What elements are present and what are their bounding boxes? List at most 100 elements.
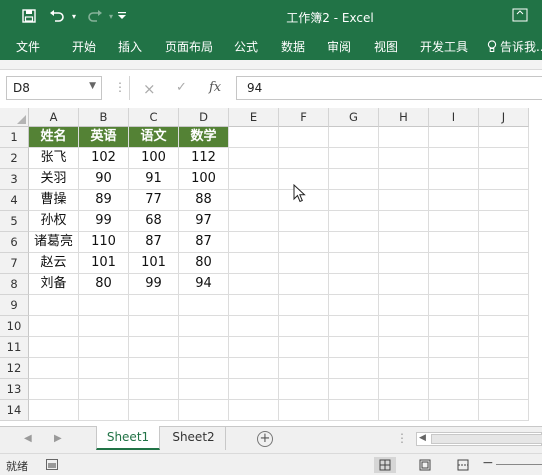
cell-a8[interactable]: 刘备 [29, 274, 79, 295]
cell-d11[interactable] [179, 337, 229, 358]
page-break-view-icon[interactable] [452, 457, 474, 473]
row-header-8[interactable]: 8 [0, 274, 29, 295]
cell-c4[interactable]: 77 [129, 190, 179, 211]
cell-e2[interactable] [229, 148, 279, 169]
sheet-tab-sheet2[interactable]: Sheet2 [162, 426, 226, 450]
scrollbar-thumb[interactable] [431, 434, 542, 444]
cell-g8[interactable] [329, 274, 379, 295]
insert-function-icon[interactable]: fx [209, 80, 221, 95]
row-header-2[interactable]: 2 [0, 148, 29, 169]
undo-dropdown-icon[interactable]: ▾ [69, 6, 79, 26]
cell-j7[interactable] [479, 253, 529, 274]
ribbon-display-options-icon[interactable] [512, 8, 528, 22]
tab-data[interactable]: 数据 [281, 38, 305, 55]
cell-i2[interactable] [429, 148, 479, 169]
cell-e10[interactable] [229, 316, 279, 337]
cell-a5[interactable]: 孙权 [29, 211, 79, 232]
cell-h5[interactable] [379, 211, 429, 232]
cell-f10[interactable] [279, 316, 329, 337]
cell-g10[interactable] [329, 316, 379, 337]
cell-d6[interactable]: 87 [179, 232, 229, 253]
column-header-f[interactable]: F [279, 108, 329, 127]
customize-qat-icon[interactable] [116, 6, 128, 26]
cell-f7[interactable] [279, 253, 329, 274]
cell-j2[interactable] [479, 148, 529, 169]
sheet-tab-sheet1[interactable]: Sheet1 [96, 426, 160, 450]
cell-j3[interactable] [479, 169, 529, 190]
normal-view-icon[interactable] [374, 457, 396, 473]
tab-insert[interactable]: 插入 [118, 38, 142, 55]
cell-i3[interactable] [429, 169, 479, 190]
cell-g3[interactable] [329, 169, 379, 190]
cell-b13[interactable] [79, 379, 129, 400]
cell-a11[interactable] [29, 337, 79, 358]
cell-f5[interactable] [279, 211, 329, 232]
cell-d10[interactable] [179, 316, 229, 337]
cell-h7[interactable] [379, 253, 429, 274]
cell-a6[interactable]: 诸葛亮 [29, 232, 79, 253]
cell-j4[interactable] [479, 190, 529, 211]
scroll-left-icon[interactable]: ◀ [419, 433, 426, 443]
cell-c12[interactable] [129, 358, 179, 379]
cell-j6[interactable] [479, 232, 529, 253]
row-header-3[interactable]: 3 [0, 169, 29, 190]
cell-h12[interactable] [379, 358, 429, 379]
cell-i4[interactable] [429, 190, 479, 211]
cell-c11[interactable] [129, 337, 179, 358]
cell-i11[interactable] [429, 337, 479, 358]
cell-d4[interactable]: 88 [179, 190, 229, 211]
cell-h1[interactable] [379, 127, 429, 148]
cell-j10[interactable] [479, 316, 529, 337]
cell-e12[interactable] [229, 358, 279, 379]
cell-j9[interactable] [479, 295, 529, 316]
tab-splitter[interactable]: ⋮ [396, 431, 408, 445]
tab-review[interactable]: 审阅 [327, 38, 351, 55]
column-header-d[interactable]: D [179, 108, 229, 127]
cell-b10[interactable] [79, 316, 129, 337]
cell-g12[interactable] [329, 358, 379, 379]
tab-home[interactable]: 开始 [72, 38, 96, 55]
cell-f14[interactable] [279, 400, 329, 421]
cell-b4[interactable]: 89 [79, 190, 129, 211]
cell-a9[interactable] [29, 295, 79, 316]
column-header-j[interactable]: J [479, 108, 529, 127]
cell-i14[interactable] [429, 400, 479, 421]
cell-b8[interactable]: 80 [79, 274, 129, 295]
cell-d5[interactable]: 97 [179, 211, 229, 232]
cell-j1[interactable] [479, 127, 529, 148]
cell-g13[interactable] [329, 379, 379, 400]
select-all-button[interactable] [0, 108, 29, 127]
cell-e5[interactable] [229, 211, 279, 232]
tab-file[interactable]: 文件 [16, 38, 40, 55]
cell-f8[interactable] [279, 274, 329, 295]
cell-h2[interactable] [379, 148, 429, 169]
cell-j13[interactable] [479, 379, 529, 400]
cell-b11[interactable] [79, 337, 129, 358]
cell-e1[interactable] [229, 127, 279, 148]
cell-d7[interactable]: 80 [179, 253, 229, 274]
cell-h10[interactable] [379, 316, 429, 337]
cell-i13[interactable] [429, 379, 479, 400]
cell-d1[interactable]: 数学 [179, 127, 229, 148]
cell-h4[interactable] [379, 190, 429, 211]
cell-f13[interactable] [279, 379, 329, 400]
cell-c13[interactable] [129, 379, 179, 400]
formula-input[interactable]: 94 [236, 76, 542, 100]
cell-a3[interactable]: 关羽 [29, 169, 79, 190]
undo-icon[interactable] [46, 6, 68, 26]
cell-e7[interactable] [229, 253, 279, 274]
cell-i7[interactable] [429, 253, 479, 274]
cell-g5[interactable] [329, 211, 379, 232]
scroll-sheets-right-icon[interactable]: ▶ [54, 433, 62, 444]
cell-g2[interactable] [329, 148, 379, 169]
cell-i5[interactable] [429, 211, 479, 232]
row-header-13[interactable]: 13 [0, 379, 29, 400]
cell-h6[interactable] [379, 232, 429, 253]
tell-me-box[interactable]: 告诉我... [487, 38, 542, 55]
cell-c6[interactable]: 87 [129, 232, 179, 253]
row-header-11[interactable]: 11 [0, 337, 29, 358]
row-header-12[interactable]: 12 [0, 358, 29, 379]
column-header-c[interactable]: C [129, 108, 179, 127]
cell-a14[interactable] [29, 400, 79, 421]
tab-formulas[interactable]: 公式 [234, 38, 258, 55]
